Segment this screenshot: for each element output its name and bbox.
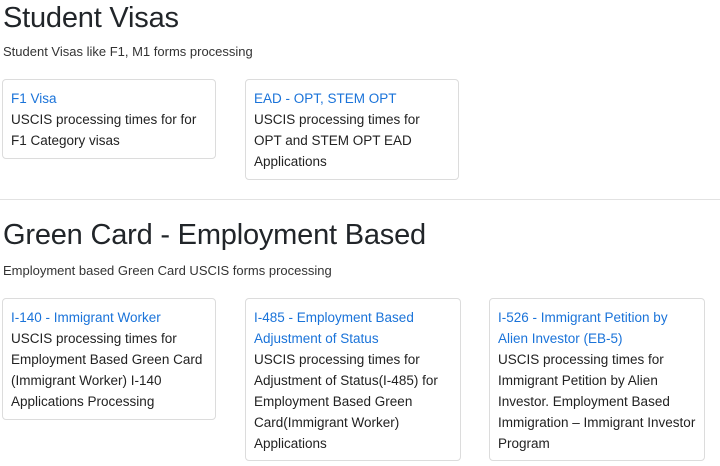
card-desc-i140: USCIS processing times for Employment Ba… [11,331,203,409]
card-link-i526[interactable]: I-526 - Immigrant Petition by Alien Inve… [498,307,696,349]
section-title-green-card: Green Card - Employment Based [3,219,426,251]
card-link-i485[interactable]: I-485 - Employment Based Adjustment of S… [254,307,452,349]
card-link-f1-visa[interactable]: F1 Visa [11,88,207,109]
section-divider [0,199,720,200]
card-i140: I-140 - Immigrant Worker USCIS processin… [2,298,216,420]
section-subtitle-green-card: Employment based Green Card USCIS forms … [3,263,332,278]
card-ead-opt: EAD - OPT, STEM OPT USCIS processing tim… [245,79,459,180]
card-desc-i526: USCIS processing times for Immigrant Pet… [498,352,696,451]
card-desc-f1-visa: USCIS processing times for for F1 Catego… [11,112,197,148]
section-title-student-visas: Student Visas [3,2,179,34]
card-link-ead-opt[interactable]: EAD - OPT, STEM OPT [254,88,450,109]
section-subtitle-student-visas: Student Visas like F1, M1 forms processi… [3,44,253,59]
card-link-i140[interactable]: I-140 - Immigrant Worker [11,307,207,328]
card-i526: I-526 - Immigrant Petition by Alien Inve… [489,298,705,461]
card-i485: I-485 - Employment Based Adjustment of S… [245,298,461,461]
card-desc-i485: USCIS processing times for Adjustment of… [254,352,438,451]
card-desc-ead-opt: USCIS processing times for OPT and STEM … [254,112,420,169]
card-f1-visa: F1 Visa USCIS processing times for for F… [2,79,216,159]
